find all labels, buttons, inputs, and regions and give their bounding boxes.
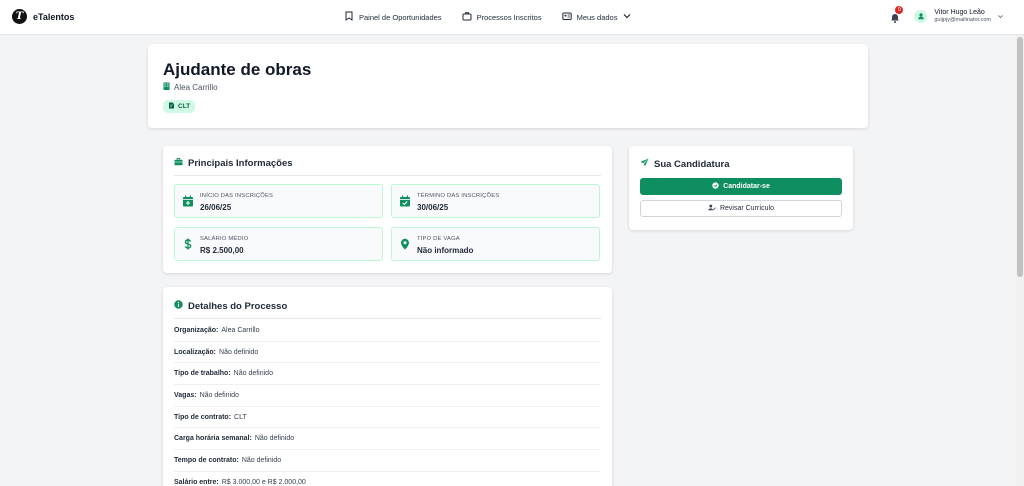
tile-value: R$ 2.500,00 (200, 246, 244, 255)
detail-row-organizacao: Organização: Alea Carrillo (174, 320, 601, 342)
apply-button-label: Candidatar-se (723, 183, 770, 190)
detail-row-carga-horaria: Carga horária semanal: Não definido (174, 429, 601, 451)
job-header-card: Ajudante de obras Alea Carrillo CLT (148, 44, 868, 128)
tile-label: INÍCIO DAS INSCRIÇÕES (200, 193, 274, 199)
detail-value: Não definido (219, 348, 259, 356)
divider (174, 175, 601, 176)
section-title: Detalhes do Processo (174, 300, 287, 312)
nav-processos-inscritos[interactable]: Processos Inscritos (462, 11, 542, 23)
process-details-card: Detalhes do Processo Organização: Alea C… (163, 287, 612, 486)
dollar-icon (184, 238, 192, 250)
brand[interactable]: T eTalentos (12, 9, 74, 24)
briefcase-icon (174, 157, 183, 169)
top-navbar: T eTalentos Painel de Oportunidades Proc… (0, 0, 1024, 35)
detail-value: Alea Carrillo (221, 326, 260, 334)
tile-label: SALÁRIO MÉDIO (200, 236, 249, 242)
section-title-text: Detalhes do Processo (188, 300, 288, 312)
tile-value: Não informado (417, 246, 474, 255)
calendar-plus-icon (183, 195, 193, 207)
nav-meus-dados[interactable]: Meus dados (561, 11, 633, 23)
contract-type-badge: CLT (163, 100, 196, 113)
company-name: Alea Carrillo (174, 82, 218, 92)
tile-label: TIPO DE VAGA (417, 236, 460, 242)
detail-value: Não definido (233, 370, 273, 378)
brand-logo: T (12, 9, 27, 24)
detail-value: Não definido (254, 435, 295, 443)
detail-row-localizacao: Localização: Não definido (174, 342, 601, 364)
review-button-label: Revisar Currículo (719, 205, 775, 212)
nav-label: Painel de Oportunidades (359, 12, 442, 22)
company: Alea Carrillo (163, 82, 218, 92)
brand-name: eTalentos (33, 11, 75, 22)
info-tile-termino: TÉRMINO DAS INSCRIÇÕES 30/06/25 (391, 184, 600, 218)
scrollbar-thumb[interactable] (1017, 37, 1023, 277)
paper-plane-icon (640, 158, 649, 170)
detail-value: Não definido (199, 391, 239, 399)
briefcase-icon (462, 11, 472, 23)
divider (174, 318, 601, 319)
user-email: guijpjy@mailinator.com (934, 16, 991, 23)
section-title: Principais Informações (174, 157, 293, 169)
tile-value: 26/06/25 (200, 203, 232, 212)
detail-value: CLT (234, 413, 247, 421)
detail-value: Não definido (241, 457, 282, 465)
bookmark-icon (344, 11, 354, 23)
main-info-card: Principais Informações INÍCIO DAS INSCRI… (163, 146, 612, 273)
tile-label: TÉRMINO DAS INSCRIÇÕES (417, 193, 500, 199)
notifications-button[interactable]: 0 (890, 6, 904, 24)
badge-label: CLT (178, 103, 191, 110)
page-scrollbar[interactable] (1016, 35, 1024, 486)
info-tile-tipo-vaga: TIPO DE VAGA Não informado (391, 227, 600, 261)
detail-key: Tipo de trabalho: (174, 370, 231, 378)
info-tile-inicio: INÍCIO DAS INSCRIÇÕES 26/06/25 (174, 184, 383, 218)
application-card: Sua Candidatura Candidatar-se Revisar Cu… (629, 146, 853, 230)
main-nav: Painel de Oportunidades Processos Inscri… (344, 11, 652, 23)
user-info[interactable]: Vitor Hugo Leão guijpjy@mailinator.com (934, 9, 991, 23)
user-area: 0 Vitor Hugo Leão guijpjy@mailinator.com (890, 6, 1004, 25)
detail-key: Tipo de contrato: (174, 413, 232, 421)
detail-key: Salário entre: (174, 478, 219, 486)
detail-row-tipo-contrato: Tipo de contrato: CLT (174, 407, 601, 429)
chevron-down-icon[interactable] (997, 7, 1004, 25)
detail-key: Carga horária semanal: (174, 435, 252, 443)
info-tile-salario: SALÁRIO MÉDIO R$ 2.500,00 (174, 227, 383, 261)
user-icon (918, 13, 924, 20)
page-title: Ajudante de obras (163, 60, 312, 79)
detail-key: Tempo de contrato: (174, 457, 239, 465)
detail-key: Localização: (174, 348, 217, 356)
detail-row-salario: Salário entre: R$ 3.000,00 e R$ 2.000,00 (174, 472, 601, 486)
user-name: Vitor Hugo Leão (934, 8, 985, 16)
review-resume-button[interactable]: Revisar Currículo (640, 200, 842, 217)
id-card-icon (561, 11, 572, 23)
calendar-check-icon (400, 195, 410, 207)
detail-value: R$ 3.000,00 e R$ 2.000,00 (221, 478, 306, 486)
chevron-down-icon (622, 11, 632, 23)
building-icon (163, 82, 170, 92)
section-title-text: Sua Candidatura (654, 158, 730, 170)
avatar[interactable] (914, 9, 928, 23)
detail-row-vagas: Vagas: Não definido (174, 385, 601, 407)
section-title: Sua Candidatura (640, 158, 730, 170)
nav-label: Meus dados (576, 12, 618, 22)
apply-button[interactable]: Candidatar-se (640, 178, 842, 195)
user-edit-icon (708, 204, 716, 213)
detail-row-tempo-contrato: Tempo de contrato: Não definido (174, 450, 601, 472)
tile-value: 30/06/25 (417, 203, 449, 212)
map-pin-icon (401, 238, 409, 250)
nav-painel-oportunidades[interactable]: Painel de Oportunidades (344, 11, 442, 23)
file-contract-icon (168, 102, 175, 111)
notification-count-badge: 0 (895, 6, 904, 14)
detail-key: Vagas: (174, 391, 197, 399)
info-circle-icon (174, 300, 183, 312)
detail-key: Organização: (174, 326, 219, 334)
check-circle-icon (712, 182, 719, 191)
detail-row-tipo-trabalho: Tipo de trabalho: Não definido (174, 363, 601, 386)
nav-label: Processos Inscritos (476, 12, 542, 22)
section-title-text: Principais Informações (188, 157, 293, 169)
